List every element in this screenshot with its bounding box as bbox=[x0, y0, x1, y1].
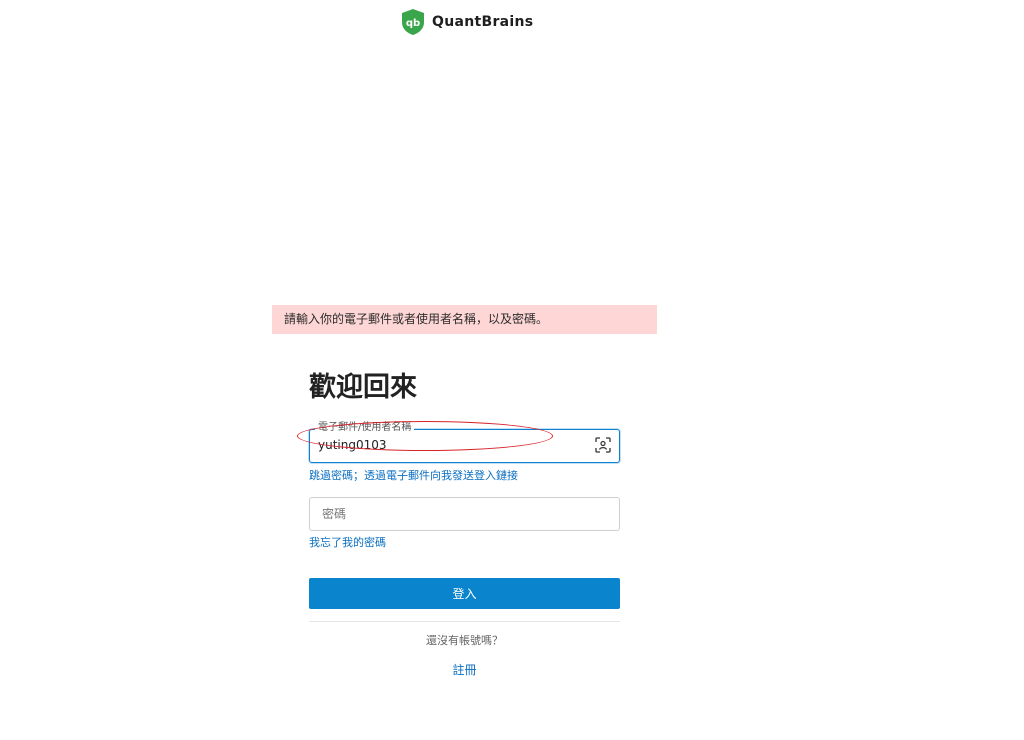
page-title: 歡迎回來 bbox=[309, 372, 417, 403]
divider bbox=[309, 621, 620, 622]
email-username-input[interactable] bbox=[318, 438, 588, 452]
login-button[interactable]: 登入 bbox=[309, 578, 620, 609]
magic-link-login[interactable]: 跳過密碼；透過電子郵件向我發送登入鏈接 bbox=[309, 469, 518, 483]
forgot-password-link[interactable]: 我忘了我的密碼 bbox=[309, 536, 620, 550]
login-form: 歡迎回來 電子郵件/使用者名稱 跳過密碼；透過電子郵件向我發送登入鏈接 我忘了我… bbox=[297, 362, 620, 677]
email-field-label: 電子郵件/使用者名稱 bbox=[315, 421, 415, 435]
quantbrains-logo-icon: qb bbox=[402, 9, 424, 35]
email-username-field: 電子郵件/使用者名稱 bbox=[309, 421, 620, 463]
no-account-text: 還沒有帳號嗎？ bbox=[426, 634, 503, 647]
face-id-icon[interactable] bbox=[595, 437, 611, 453]
error-banner: 請輸入你的電子郵件或者使用者名稱，以及密碼。 bbox=[272, 305, 657, 334]
password-input[interactable] bbox=[322, 507, 602, 521]
svg-text:qb: qb bbox=[406, 18, 420, 29]
password-field bbox=[309, 497, 620, 531]
brand-header: qb QuantBrains bbox=[400, 8, 533, 36]
brand-name: QuantBrains bbox=[432, 14, 534, 30]
register-link[interactable]: 註冊 bbox=[309, 663, 620, 677]
